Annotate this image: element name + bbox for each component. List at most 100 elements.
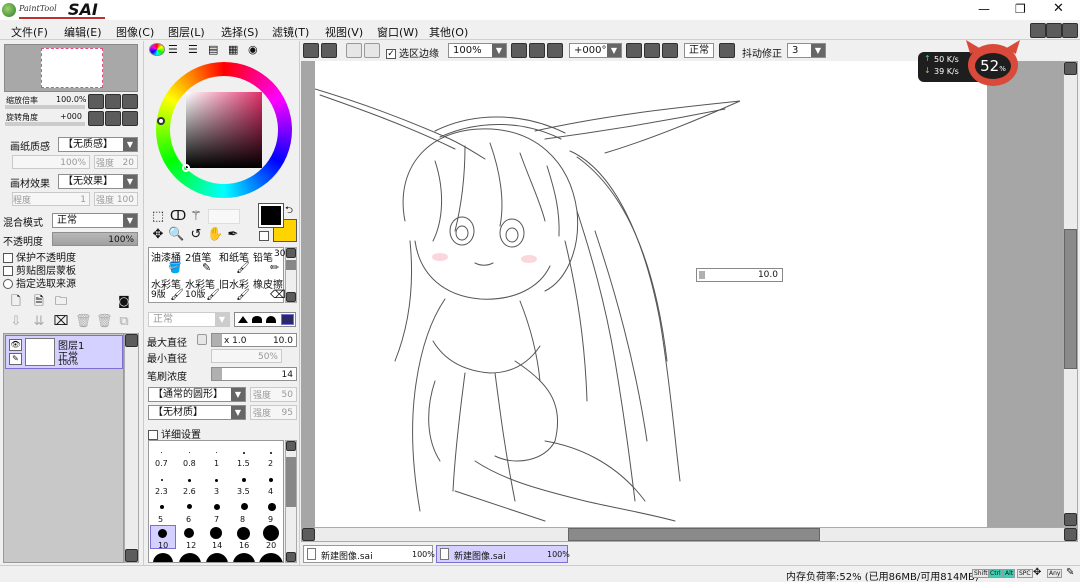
canvas-hscrollbar[interactable] — [301, 527, 1078, 542]
hand-icon[interactable]: ✋ — [207, 227, 223, 242]
drawing-canvas[interactable]: 10.0 — [315, 61, 987, 527]
brush-shape-select[interactable]: 【通常的圆形】 ▼ — [148, 387, 246, 402]
paper-texture-select[interactable]: 【无质感】 ▼ — [58, 137, 138, 152]
rotate-reset-toolbar-button[interactable] — [662, 43, 678, 58]
scroll-thumb[interactable] — [568, 528, 820, 541]
brush-size-preset[interactable]: 2 — [268, 459, 273, 468]
brush-size-scrollbar[interactable] — [285, 440, 297, 563]
rgb-slider-tab-icon[interactable]: ☰ — [168, 43, 178, 56]
brush-size-preset[interactable]: 16 — [239, 541, 249, 550]
brush-watercolor-10[interactable]: 水彩笔 10版 🖌 — [184, 276, 220, 302]
rotate-tool-icon[interactable]: ↺ — [188, 227, 204, 242]
scroll-thumb[interactable] — [286, 457, 296, 507]
brush-eraser[interactable]: 橡皮擦 ⌫ — [252, 276, 286, 302]
menu-layer[interactable]: 图层(L) — [168, 24, 205, 40]
redo-button[interactable] — [321, 43, 337, 58]
brush-size-preset[interactable]: 1 — [214, 459, 219, 468]
brush-size-preset[interactable]: 0.7 — [155, 459, 168, 468]
scroll-up-button[interactable] — [125, 334, 138, 347]
brush-size-preset[interactable]: 7 — [214, 515, 219, 524]
saturation-value-square[interactable] — [186, 92, 262, 168]
scroll-down-button[interactable] — [286, 292, 296, 302]
pen-lock-icon[interactable]: ✎ — [9, 353, 22, 365]
scratchpad-tab-icon[interactable]: ◉ — [248, 43, 258, 56]
magic-wand-icon[interactable]: ⚚ — [188, 209, 204, 224]
brush-mode-select[interactable]: 正常 ▼ — [148, 312, 230, 327]
rotate-reset-button[interactable] — [122, 111, 138, 126]
selection-source-radio[interactable]: 指定选取来源 — [3, 275, 76, 290]
rotate-cw-button[interactable] — [644, 43, 660, 58]
canvas-viewport[interactable]: 10.0 — [301, 61, 1063, 527]
blend-mode-select[interactable]: 正常 ▼ — [52, 213, 138, 228]
toolbar-zoom-out-button[interactable] — [511, 43, 527, 58]
scroll-thumb[interactable] — [286, 260, 296, 270]
menu-image[interactable]: 图像(C) — [116, 24, 154, 40]
layer-mask-icon[interactable]: ◙ — [116, 294, 132, 309]
scroll-down-button[interactable] — [125, 549, 138, 562]
tip-sharp-icon[interactable] — [238, 316, 248, 323]
menu-select[interactable]: 选择(S) — [221, 24, 259, 40]
zoom-tool-icon[interactable]: 🔍 — [168, 227, 184, 242]
scroll-down-button[interactable] — [1064, 513, 1077, 526]
rotate-left-button[interactable] — [88, 111, 104, 126]
eye-icon[interactable]: 👁 — [9, 339, 22, 351]
swatches-tab-icon[interactable]: ▦ — [228, 43, 238, 56]
transfer-down-icon[interactable]: ⇩ — [8, 314, 24, 329]
new-linework-layer-icon[interactable]: 🗎 — [31, 294, 47, 309]
brush-size-preset[interactable]: 3.5 — [237, 487, 250, 496]
flip-horizontal-button[interactable] — [719, 43, 735, 58]
brush-old-watercolor[interactable]: 旧水彩 🖌 — [218, 276, 251, 302]
document-tab[interactable]: 新建图像.sai 100% — [303, 545, 435, 563]
invert-selection-button[interactable] — [364, 43, 380, 58]
rect-select-icon[interactable]: ⬚ — [150, 209, 166, 224]
layer-row[interactable]: 👁 ✎ 图层1 正常 100% — [5, 335, 123, 369]
restore-button[interactable]: ❐ — [1015, 2, 1026, 16]
toolbar-zoom-in-button[interactable] — [529, 43, 545, 58]
brush-size-preset[interactable]: 8 — [240, 515, 245, 524]
doc-close-button[interactable] — [1062, 23, 1078, 38]
delete-layer-icon[interactable]: 🗑 — [75, 314, 92, 329]
tip-medium-icon[interactable] — [252, 316, 262, 323]
navigator-preview[interactable] — [4, 44, 138, 92]
rotate-right-button[interactable] — [105, 111, 121, 126]
size-lock-button[interactable] — [197, 334, 207, 345]
paper-scale-field[interactable]: 100% — [12, 155, 90, 169]
doc-restore-button[interactable] — [1046, 23, 1062, 38]
brush-binary[interactable]: 2值笔 ✎ — [184, 249, 217, 275]
brush-watercolor-9[interactable]: 水彩笔 9版 🖌 — [150, 276, 184, 302]
hsv-slider-tab-icon[interactable]: ☰ — [188, 43, 198, 56]
brush-washi[interactable]: 和纸笔 🖌 — [218, 249, 251, 275]
swap-colors-icon[interactable]: ⮌ — [285, 203, 293, 220]
brush-tip-selector[interactable] — [234, 312, 296, 327]
new-folder-icon[interactable]: 🗀 — [53, 294, 69, 309]
menu-window[interactable]: 窗口(W) — [377, 24, 418, 40]
tip-soft-icon[interactable] — [266, 316, 276, 323]
brush-size-preset[interactable]: 6 — [186, 515, 191, 524]
scroll-down-button[interactable] — [286, 552, 296, 562]
menu-view[interactable]: 视图(V) — [325, 24, 363, 40]
toolbar-zoom-reset-button[interactable] — [547, 43, 563, 58]
close-button[interactable]: ✕ — [1053, 1, 1064, 16]
zoom-out-button[interactable] — [88, 94, 104, 109]
brush-size-preset[interactable]: 10 — [158, 541, 168, 550]
zoom-reset-button[interactable] — [122, 94, 138, 109]
merge-visible-icon[interactable]: ⧉ — [116, 314, 132, 329]
brush-size-preset[interactable]: 14 — [212, 541, 222, 550]
zoom-in-button[interactable] — [105, 94, 121, 109]
mixer-tab-icon[interactable]: ▤ — [208, 43, 218, 56]
rotate-ccw-button[interactable] — [626, 43, 642, 58]
zoom-slider[interactable] — [5, 105, 85, 109]
scroll-thumb[interactable] — [1064, 229, 1077, 369]
max-size-field[interactable]: x 1.0 10.0 — [211, 333, 297, 347]
minimize-button[interactable]: — — [978, 2, 990, 16]
tip-flat-icon[interactable] — [281, 314, 294, 325]
scroll-up-button[interactable] — [286, 441, 296, 451]
brush-size-preset[interactable]: 12 — [186, 541, 196, 550]
paper-effect-select[interactable]: 【无效果】 ▼ — [58, 174, 138, 189]
brush-size-preset[interactable]: 0.8 — [183, 459, 196, 468]
transparent-color-icon[interactable] — [259, 231, 269, 241]
brush-size-preset[interactable]: 1.5 — [237, 459, 250, 468]
brush-size-preset[interactable]: 5 — [158, 515, 163, 524]
lasso-icon[interactable]: ↀ — [170, 209, 186, 224]
menu-filter[interactable]: 滤镜(T) — [272, 24, 309, 40]
